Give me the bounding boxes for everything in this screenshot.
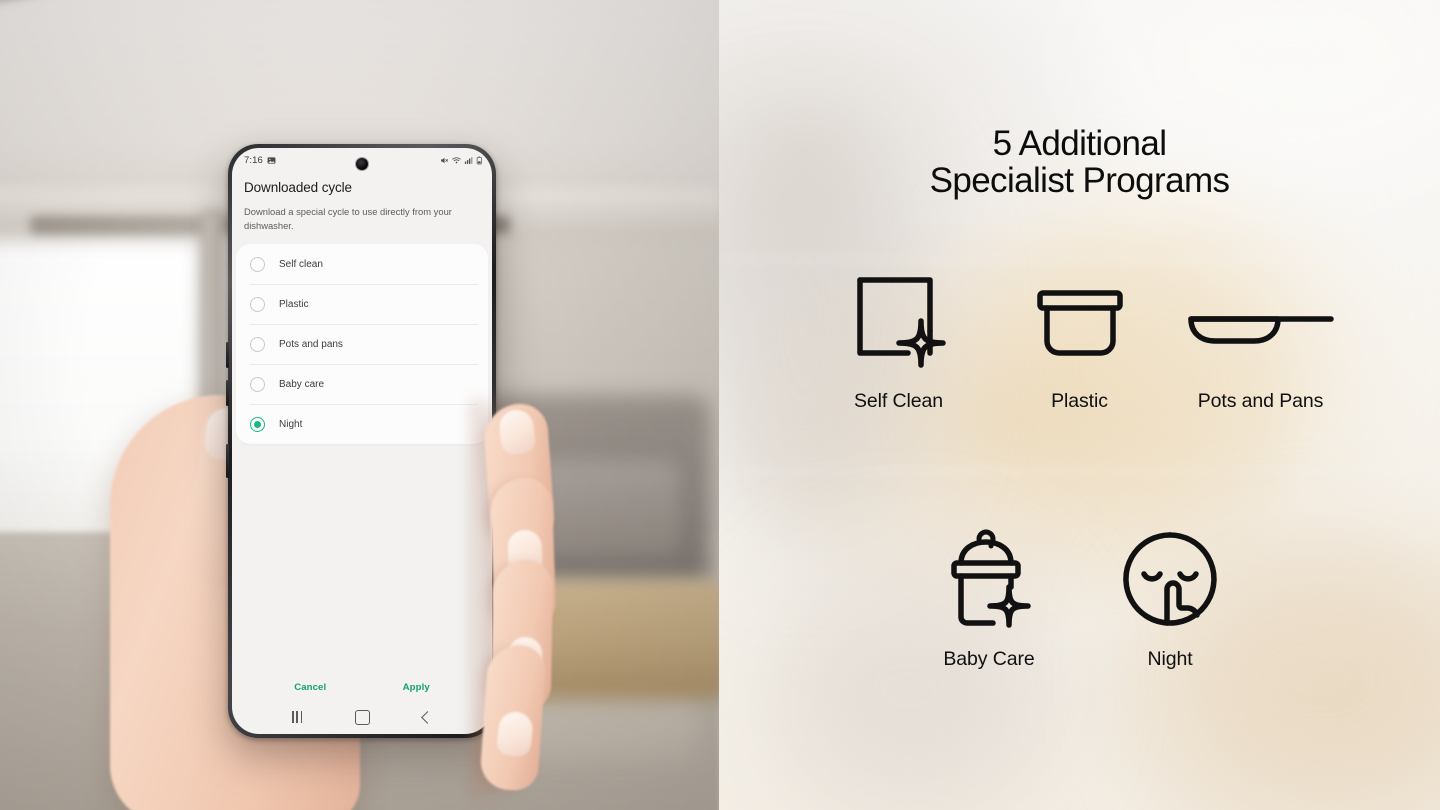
program-label: Baby Care [943,648,1035,670]
screenshot-stage: 7:16 Downloaded cycle Download a special… [0,0,1440,810]
heading-line-1: 5 Additional [992,124,1167,163]
right-info-panel: 5 Additional Specialist Programs Self Cl… [719,0,1440,810]
little-finger-nail [495,710,535,758]
icon-slot [1118,516,1222,646]
program-plastic: Plastic [989,258,1170,413]
icon-slot [1186,258,1336,388]
program-label: Pots and Pans [1197,390,1324,412]
sleeping-face-icon [1123,532,1217,626]
program-baby-care: Baby Care [899,516,1080,671]
programs-row-2: Baby Care Night [719,516,1440,671]
program-label: Night [1147,648,1193,670]
panel-heading: 5 Additional Specialist Programs [719,125,1440,199]
lidded-container-icon [1036,290,1123,356]
program-pots-and-pans: Pots and Pans [1170,258,1351,413]
programs-grid: Self Clean Plastic Pots and Pans Baby Ca… [719,258,1440,671]
program-night: Night [1080,516,1261,671]
program-label: Self Clean [854,390,943,412]
baby-bottle-sparkle-icon [951,529,1031,628]
square-sparkle-icon [856,277,946,368]
programs-row-1: Self Clean Plastic Pots and Pans [719,258,1440,413]
hand-fingers-foreground [0,0,719,810]
icon-slot [851,258,947,388]
frying-pan-icon [1187,316,1334,344]
icon-slot [941,516,1037,646]
program-label: Plastic [1051,390,1108,412]
program-self-clean: Self Clean [808,258,989,413]
icon-slot [1032,258,1128,388]
heading-line-2: Specialist Programs [929,161,1230,201]
